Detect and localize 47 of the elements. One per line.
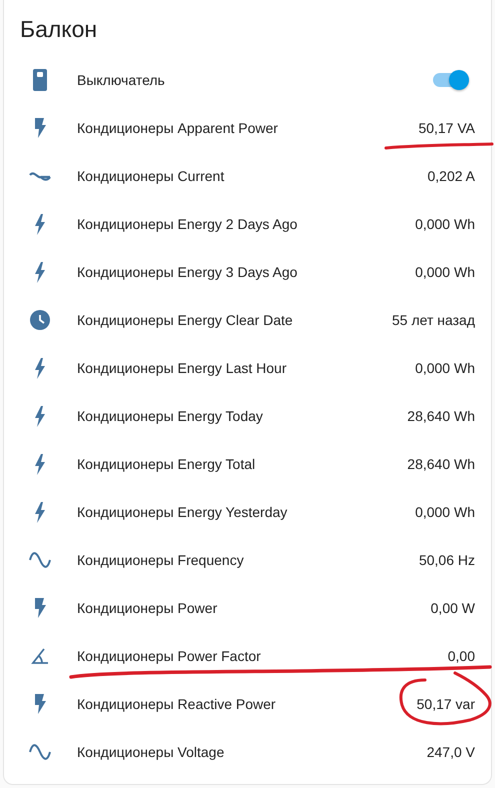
lightning-icon <box>34 214 46 234</box>
current-icon <box>29 171 51 181</box>
toggle-thumb[interactable] <box>449 70 469 90</box>
entity-value: 247,0 V <box>426 744 475 760</box>
entity-name[interactable]: Кондиционеры Current <box>77 168 428 184</box>
lightning-icon <box>34 406 46 426</box>
entity-value: 50,06 Hz <box>418 552 475 568</box>
entity-value: 28,640 Wh <box>407 456 475 472</box>
entity-name[interactable]: Кондиционеры Energy Clear Date <box>77 312 392 328</box>
entity-name[interactable]: Выключатель <box>77 72 433 88</box>
clock-icon <box>30 310 50 330</box>
lightning-icon <box>34 117 46 139</box>
lightning-icon <box>34 693 46 715</box>
lightning-icon <box>34 454 46 474</box>
entity-value: 0,00 <box>448 648 475 664</box>
entity-name[interactable]: Кондиционеры Power Factor <box>77 648 448 664</box>
entity-value: 0,000 Wh <box>415 264 475 280</box>
entity-name[interactable]: Кондиционеры Energy Last Hour <box>77 360 416 376</box>
entity-name[interactable]: Кондиционеры Frequency <box>77 552 419 568</box>
lightning-icon <box>34 262 46 282</box>
entity-name[interactable]: Кондиционеры Apparent Power <box>77 120 418 136</box>
sine-wave-icon <box>29 552 51 568</box>
entity-value: 28,640 Wh <box>407 408 475 424</box>
entity-value: 0,000 Wh <box>415 504 475 520</box>
lightning-icon <box>34 358 46 378</box>
toggle-switch[interactable] <box>433 73 469 87</box>
entity-value: 55 лет назад <box>392 312 475 328</box>
entity-value: 0,00 W <box>430 600 475 616</box>
entity-name[interactable]: Кондиционеры Energy 3 Days Ago <box>77 264 416 280</box>
entity-name[interactable]: Кондиционеры Reactive Power <box>77 696 417 712</box>
entity-name[interactable]: Кондиционеры Voltage <box>77 744 427 760</box>
card-title: Балкон <box>20 14 98 44</box>
lightning-icon <box>34 597 46 619</box>
entity-name[interactable]: Кондиционеры Energy 2 Days Ago <box>77 216 416 232</box>
entity-value: 0,202 A <box>428 168 475 184</box>
entity-value: 50,17 VA <box>418 120 475 136</box>
entity-name[interactable]: Кондиционеры Energy Today <box>77 408 408 424</box>
switch-icon <box>33 69 47 91</box>
angle-icon <box>31 648 49 664</box>
entity-name[interactable]: Кондиционеры Energy Yesterday <box>77 504 416 520</box>
sine-wave-icon <box>29 744 51 760</box>
entity-name[interactable]: Кондиционеры Energy Total <box>77 456 408 472</box>
entity-value: 50,17 var <box>416 696 475 712</box>
entity-value: 0,000 Wh <box>415 216 475 232</box>
entity-value: 0,000 Wh <box>415 360 475 376</box>
lightning-icon <box>34 502 46 522</box>
entity-name[interactable]: Кондиционеры Power <box>77 600 431 616</box>
